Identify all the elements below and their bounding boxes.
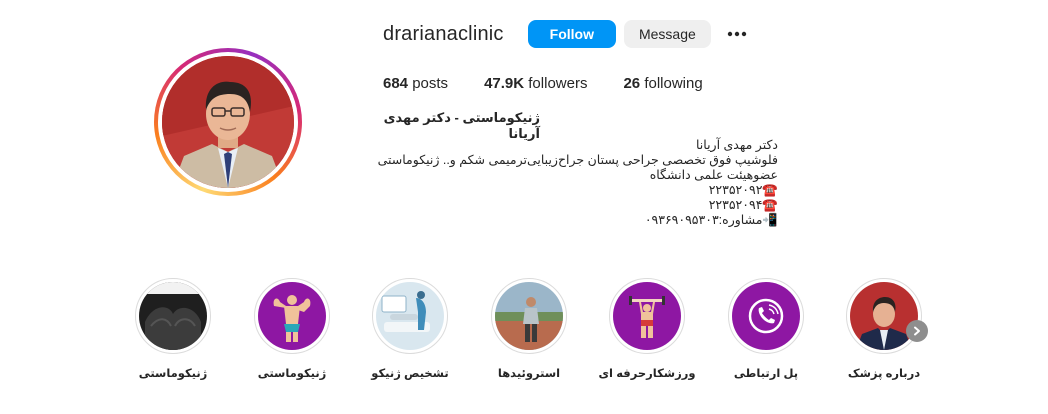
highlight-ring[interactable] bbox=[372, 278, 448, 354]
highlight-ring[interactable] bbox=[491, 278, 567, 354]
bio-line: عضوهیئت علمی دانشگاه bbox=[649, 168, 778, 182]
profile-header: drarianaclinic Follow Message bbox=[383, 20, 749, 48]
bio-consult-line: 📲مشاوره:۰۹۳۶۹۰۹۵۳۰۳ bbox=[644, 213, 778, 227]
chevron-right-icon[interactable] bbox=[906, 320, 928, 342]
follow-button[interactable]: Follow bbox=[527, 20, 616, 48]
highlight-item[interactable]: استروئیدها bbox=[479, 278, 579, 380]
more-options-icon[interactable] bbox=[725, 22, 749, 46]
message-button[interactable]: Message bbox=[623, 20, 711, 48]
phone-call-icon bbox=[732, 282, 800, 350]
highlight-ring[interactable] bbox=[135, 278, 211, 354]
profile-bio: دکتر مهدی آریانا فلوشیپ فوق تخصصی جراحی … bbox=[377, 138, 778, 228]
profile-avatar-ring[interactable] bbox=[154, 48, 302, 196]
bio-phone-line: ☎️۲۲۳۵۲۰۹۴ bbox=[708, 198, 778, 212]
highlight-ring[interactable] bbox=[728, 278, 804, 354]
doctor-photo-icon bbox=[850, 282, 918, 350]
highlight-label[interactable]: پل ارتباطی bbox=[716, 366, 816, 380]
highlight-item[interactable]: پل ارتباطی bbox=[716, 278, 816, 380]
highlight-item[interactable]: ژنیکوماستی bbox=[123, 278, 223, 380]
highlight-label[interactable]: ژنیکوماستی bbox=[242, 366, 342, 380]
profile-username: drarianaclinic bbox=[383, 22, 504, 45]
chest-photo-icon bbox=[139, 282, 207, 350]
highlight-ring[interactable] bbox=[609, 278, 685, 354]
highlight-label[interactable]: تشخیص ژنیکو bbox=[360, 366, 460, 380]
followers-stat[interactable]: 47.9K followers bbox=[484, 75, 587, 92]
following-count[interactable]: 26 bbox=[623, 75, 640, 92]
profile-avatar[interactable] bbox=[162, 56, 294, 188]
story-highlights: درباره پزشک پل ارتباطی ورزشکارحرفه ای اس… bbox=[0, 278, 1048, 388]
highlight-label[interactable]: درباره پزشک bbox=[834, 366, 934, 380]
bio-line: دکتر مهدی آریانا bbox=[695, 138, 778, 152]
runner-photo-icon bbox=[495, 282, 563, 350]
profile-stats: 684 posts 47.9K followers 26 following bbox=[383, 75, 739, 92]
bio-line: فلوشیپ فوق تخصصی جراحی پستان جراح‌زیبایی… bbox=[377, 153, 778, 167]
following-label[interactable]: following bbox=[644, 75, 702, 92]
highlight-item[interactable]: ورزشکارحرفه ای bbox=[597, 278, 697, 380]
following-stat[interactable]: 26 following bbox=[623, 75, 702, 92]
highlight-label[interactable]: ورزشکارحرفه ای bbox=[597, 366, 697, 380]
athlete-icon bbox=[613, 282, 681, 350]
highlight-ring[interactable] bbox=[846, 278, 922, 354]
muscle-man-icon bbox=[258, 282, 326, 350]
highlight-label[interactable]: ژنیکوماستی bbox=[123, 366, 223, 380]
bio-phone-line: ☎️۲۲۳۵۲۰۹۲ bbox=[708, 183, 778, 197]
posts-count: 684 bbox=[383, 75, 409, 92]
ultrasound-photo-icon bbox=[376, 282, 444, 350]
followers-label[interactable]: followers bbox=[528, 75, 587, 92]
highlight-ring[interactable] bbox=[254, 278, 330, 354]
posts-stat: 684 posts bbox=[383, 75, 448, 92]
highlight-label[interactable]: استروئیدها bbox=[479, 366, 579, 380]
followers-count[interactable]: 47.9K bbox=[484, 75, 524, 92]
profile-avatar-border bbox=[158, 52, 298, 192]
posts-label: posts bbox=[412, 75, 449, 92]
highlight-item[interactable]: تشخیص ژنیکو bbox=[360, 278, 460, 380]
highlight-item[interactable]: ژنیکوماستی bbox=[242, 278, 342, 380]
